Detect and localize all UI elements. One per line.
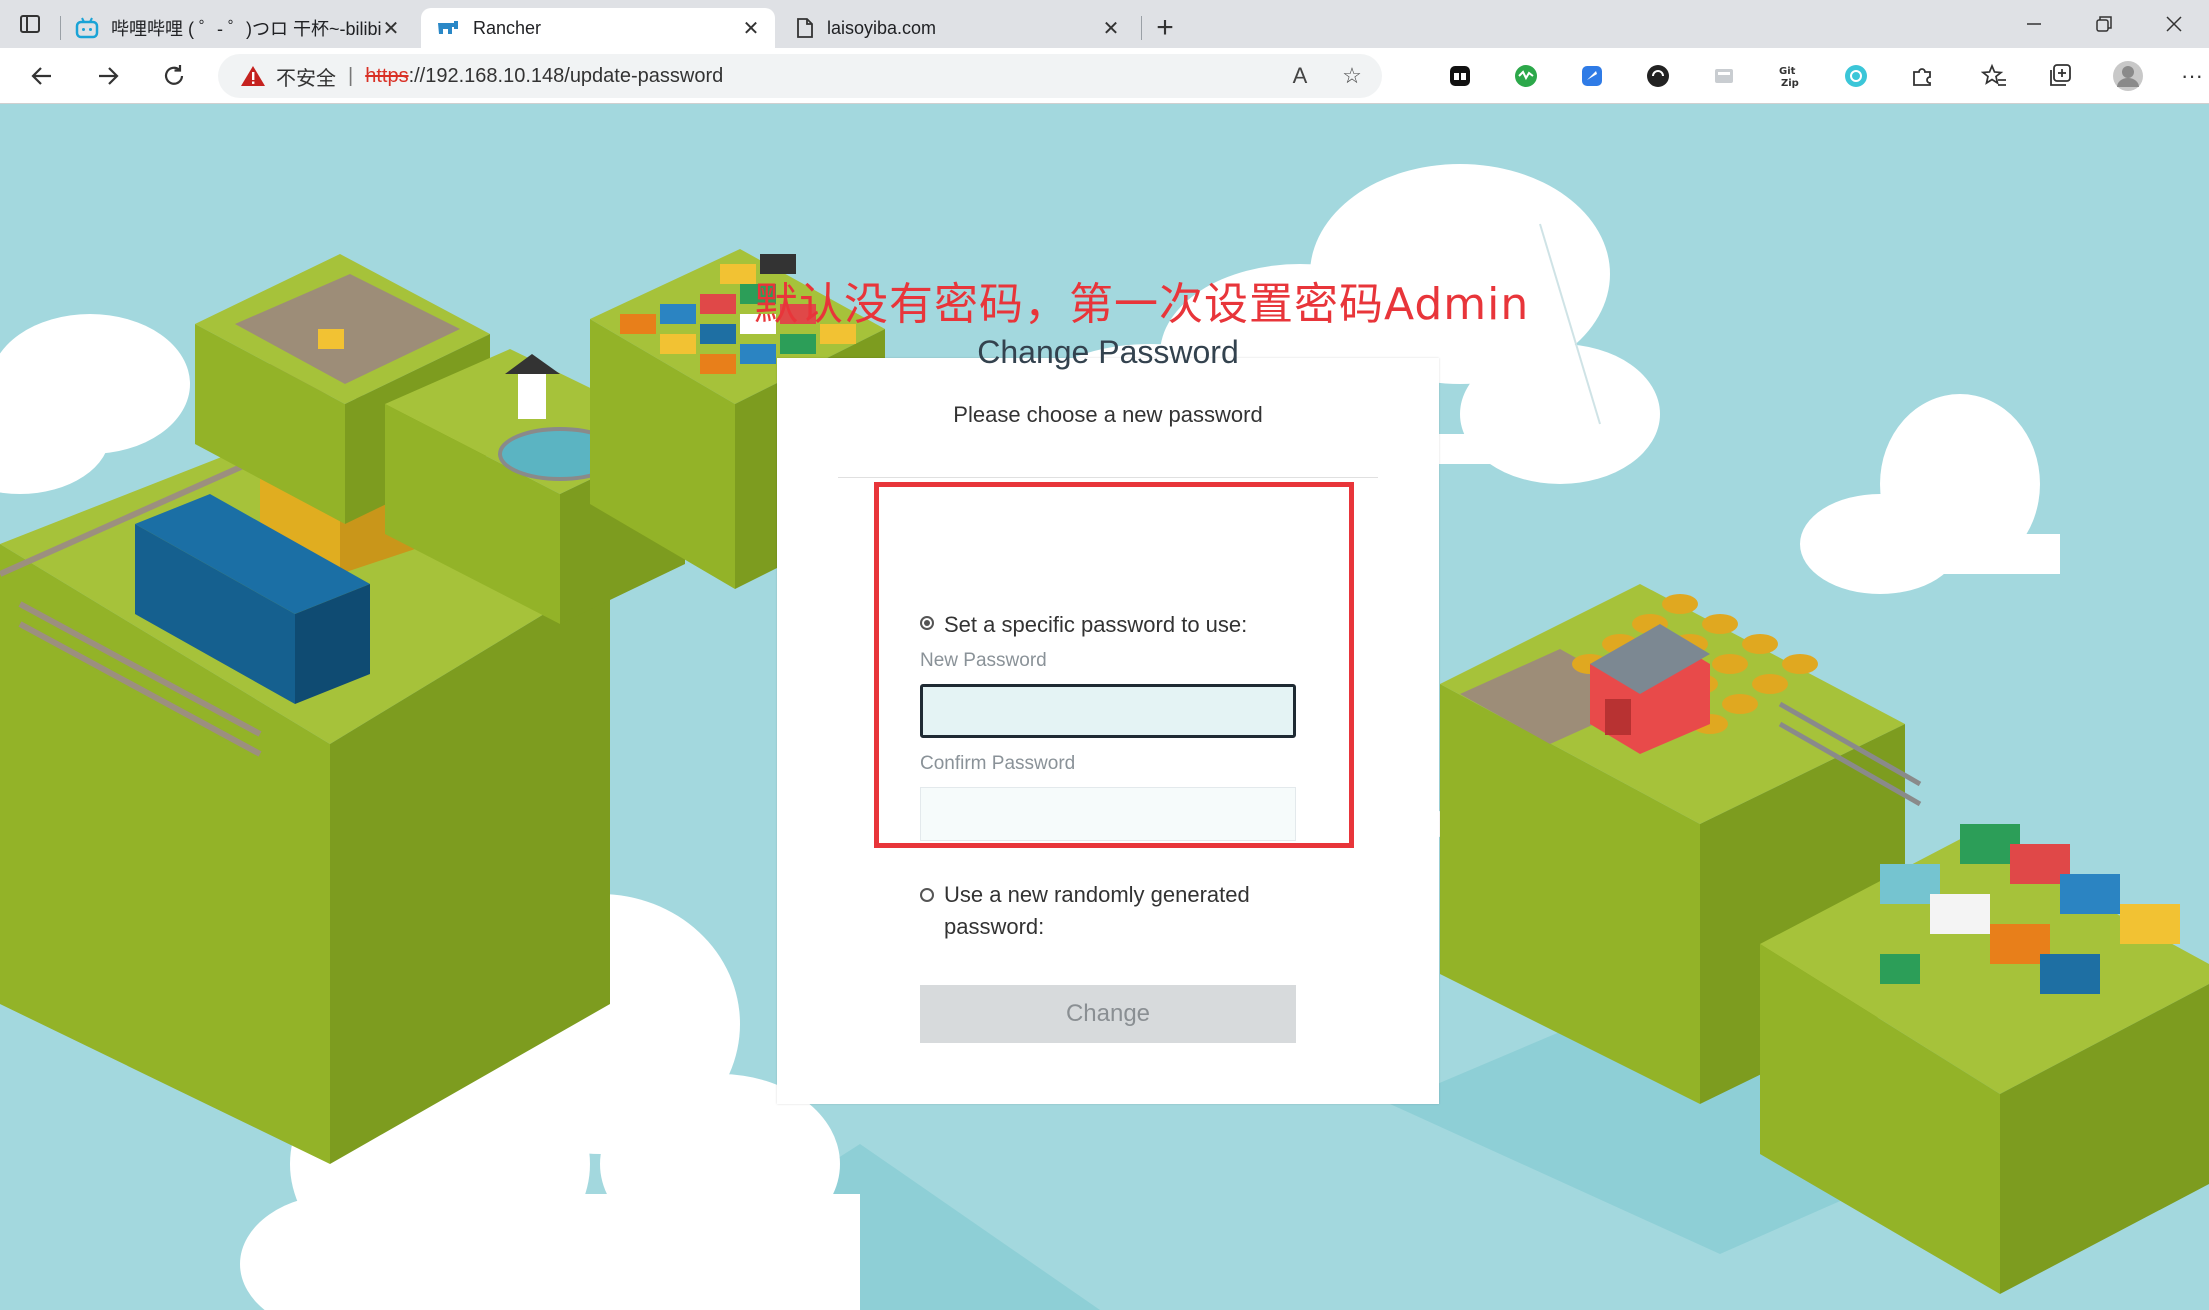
- close-icon[interactable]: ✕: [381, 16, 401, 41]
- star-add-icon: ☆: [1342, 63, 1362, 88]
- url-text: ://192.168.10.148/update-password: [408, 64, 724, 87]
- avatar: [2113, 61, 2143, 91]
- add-favorite-button[interactable]: ☆: [1336, 60, 1368, 92]
- url-scheme: https: [365, 64, 409, 87]
- svg-text:Git: Git: [1779, 66, 1796, 77]
- tab-laisoyiba[interactable]: laisoyiba.com ✕: [781, 8, 1135, 48]
- arrow-right-icon: [99, 67, 119, 85]
- minimize-icon: [2027, 23, 2041, 25]
- extension-dark-icon: [1647, 65, 1669, 87]
- close-icon: [2166, 16, 2182, 32]
- refresh-button[interactable]: [154, 56, 194, 96]
- tab-actions-button[interactable]: [0, 0, 60, 48]
- address-bar[interactable]: 不安全 | https://192.168.10.148/update-pass…: [218, 54, 1382, 98]
- more-icon: ···: [2181, 63, 2203, 88]
- extension-button[interactable]: [1510, 60, 1542, 92]
- tab-title: Rancher: [473, 17, 542, 38]
- puzzle-icon: [1913, 68, 1931, 86]
- collections-button[interactable]: [2044, 60, 2076, 92]
- extension-green-icon: [1515, 65, 1537, 87]
- close-icon[interactable]: ✕: [741, 16, 761, 41]
- read-aloud-button[interactable]: A: [1284, 60, 1316, 92]
- profile-button[interactable]: [2112, 60, 2144, 92]
- highlight-box: [874, 482, 1354, 848]
- gitzip-icon: GitZip: [1779, 66, 1799, 89]
- tab-title: 哔哩哔哩 ( ゜- ゜)つロ 干杯~-bilibili: [111, 19, 381, 39]
- svg-text:Zip: Zip: [1781, 78, 1799, 89]
- bilibili-icon: [75, 17, 99, 39]
- extension-button[interactable]: Git Zip: [1774, 60, 1806, 92]
- browser-tab-bar: 哔哩哔哩 ( ゜- ゜)つロ 干杯~-bilibili ✕ Rancher ✕ …: [0, 0, 2209, 48]
- dialog-subtitle: Please choose a new password: [953, 402, 1263, 427]
- divider: [838, 477, 1378, 478]
- extension-gray-icon: [1715, 69, 1733, 83]
- extension-button[interactable]: [1642, 60, 1674, 92]
- rancher-icon: [438, 21, 458, 34]
- tab-bilibili[interactable]: 哔哩哔哩 ( ゜- ゜)つロ 干杯~-bilibili ✕: [61, 8, 415, 48]
- close-icon[interactable]: ✕: [1101, 16, 1121, 41]
- extension-button[interactable]: [1708, 60, 1740, 92]
- extensions-button[interactable]: [1906, 60, 1938, 92]
- dialog-title: Change Password: [977, 334, 1239, 370]
- minimize-button[interactable]: [1999, 0, 2069, 48]
- tab-actions-icon: [20, 15, 40, 33]
- radio-button[interactable]: [920, 888, 934, 902]
- extension-button[interactable]: [1840, 60, 1872, 92]
- back-button[interactable]: [22, 56, 62, 96]
- favorites-icon: [1981, 63, 2006, 86]
- favorites-button[interactable]: [1978, 60, 2010, 92]
- radio-random-password[interactable]: Use a new randomly generated password:: [920, 879, 1300, 943]
- refresh-icon: [164, 65, 184, 85]
- extension-button[interactable]: [1444, 60, 1476, 92]
- read-aloud-icon: A: [1292, 63, 1308, 88]
- annotation-note: 默认没有密码，第一次设置密码Admin: [754, 279, 1530, 330]
- arrow-left-icon: [31, 67, 51, 85]
- settings-menu-button[interactable]: ···: [2176, 60, 2208, 92]
- restore-button[interactable]: [2069, 0, 2139, 48]
- extension-blue-icon: [1582, 66, 1602, 86]
- tab-rancher[interactable]: Rancher ✕: [421, 8, 775, 48]
- extension-button[interactable]: [1576, 60, 1608, 92]
- document-icon: [797, 18, 813, 38]
- extension-black-icon: [1450, 66, 1470, 86]
- collections-icon: [2050, 64, 2071, 86]
- change-button[interactable]: Change: [920, 985, 1296, 1043]
- close-window-button[interactable]: [2139, 0, 2209, 48]
- warning-icon: [241, 66, 265, 86]
- forward-button[interactable]: [88, 56, 128, 96]
- address-separator: |: [348, 64, 354, 87]
- browser-toolbar: 不安全 | https://192.168.10.148/update-pass…: [0, 48, 2209, 104]
- new-tab-button[interactable]: +: [1142, 8, 1188, 48]
- window-controls: [1999, 0, 2209, 48]
- plus-icon: +: [1156, 11, 1174, 44]
- tab-title: laisoyiba.com: [827, 17, 937, 38]
- extension-cyan-icon: [1845, 65, 1867, 87]
- radio-label: Use a new randomly generated password:: [944, 882, 1250, 939]
- restore-icon: [2096, 16, 2112, 32]
- security-status[interactable]: 不安全: [276, 62, 336, 91]
- address-bar-actions: A ☆: [1284, 60, 1368, 92]
